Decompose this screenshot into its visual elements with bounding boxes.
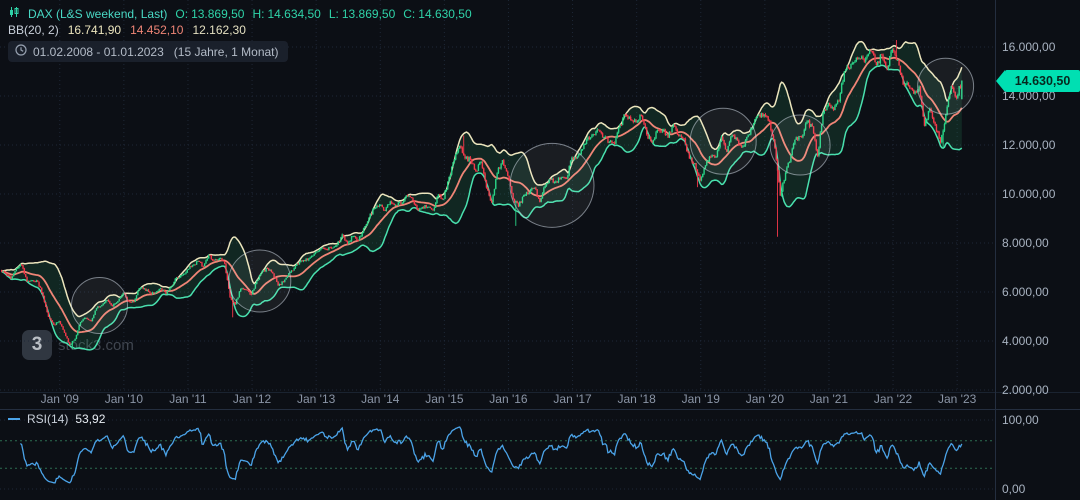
highlight-circle <box>918 58 974 114</box>
instrument-label: DAX (L&S weekend, Last) <box>28 7 167 21</box>
time-axis-label: Jan '23 <box>938 392 977 406</box>
highlight-circle <box>510 143 594 227</box>
bollinger-upper-value: 16.741,90 <box>68 23 121 37</box>
time-axis-label: Jan '21 <box>810 392 849 406</box>
time-axis-label: Jan '12 <box>233 392 272 406</box>
time-axis: Jan '09 Jan '10 Jan '11 Jan '12 Jan '13 Jan '… <box>41 392 977 406</box>
time-axis-label: Jan '22 <box>874 392 913 406</box>
time-axis-label: Jan '20 <box>746 392 785 406</box>
rsi-label: RSI(14) <box>27 412 68 426</box>
bollinger-lower-value: 12.162,30 <box>192 23 245 37</box>
time-axis-label: Jan '10 <box>105 392 144 406</box>
price-axis: 16.000,0014.000,0012.000,0010.000,008.00… <box>1002 40 1056 397</box>
ohlc-low: L:13.869,50 <box>329 7 395 21</box>
bollinger-middle-value: 14.452,10 <box>130 23 183 37</box>
rsi-axis-label: 0,00 <box>1002 482 1026 496</box>
price-chart-canvas[interactable]: 16.000,0014.000,0012.000,0010.000,008.00… <box>0 0 1080 500</box>
time-axis-label: Jan '15 <box>425 392 464 406</box>
rsi-pane: 100,00 0,00 <box>0 413 1039 496</box>
highlight-circle <box>770 115 830 175</box>
time-axis-label: Jan '09 <box>41 392 80 406</box>
ohlc-high: H:14.634,50 <box>252 7 320 21</box>
bollinger-label: BB(20, 2) <box>8 23 59 37</box>
price-axis-label: 8.000,00 <box>1002 236 1049 250</box>
rsi-line <box>20 427 961 483</box>
rsi-value: 53,92 <box>75 412 105 426</box>
date-range-text: 01.02.2008 - 01.01.2023 <box>33 45 164 59</box>
bollinger-bands <box>2 42 962 350</box>
time-axis-label: Jan '11 <box>169 392 207 406</box>
rsi-line-icon <box>8 418 20 420</box>
rsi-legend[interactable]: RSI(14) 53,92 <box>8 412 105 426</box>
highlight-circle <box>72 278 128 334</box>
last-price-tag: 14.630,50 <box>1005 70 1080 92</box>
clock-icon <box>15 44 27 59</box>
candlestick-icon <box>8 6 20 21</box>
bollinger-legend[interactable]: BB(20, 2) 16.741,90 14.452,10 12.162,30 <box>8 23 246 37</box>
time-axis-label: Jan '14 <box>361 392 400 406</box>
price-axis-label: 16.000,00 <box>1002 40 1056 54</box>
ohlc-open: O:13.869,50 <box>175 7 244 21</box>
highlight-circle <box>229 250 291 312</box>
price-axis-label: 2.000,00 <box>1002 383 1049 397</box>
time-axis-label: Jan '17 <box>553 392 592 406</box>
instrument-legend[interactable]: DAX (L&S weekend, Last) O:13.869,50 H:14… <box>8 6 472 21</box>
price-axis-label: 12.000,00 <box>1002 138 1056 152</box>
time-axis-label: Jan '16 <box>489 392 528 406</box>
price-axis-label: 4.000,00 <box>1002 334 1049 348</box>
price-axis-label: 6.000,00 <box>1002 285 1049 299</box>
time-axis-label: Jan '18 <box>617 392 656 406</box>
price-axis-label: 10.000,00 <box>1002 187 1056 201</box>
trading-chart-app: 3 stock3.com 16.000,0014.000,0012.000,00… <box>0 0 1080 500</box>
highlight-circle <box>690 108 756 174</box>
time-axis-label: Jan '13 <box>297 392 336 406</box>
date-range-pill[interactable]: 01.02.2008 - 01.01.2023 (15 Jahre, 1 Mon… <box>8 41 288 62</box>
date-range-duration: (15 Jahre, 1 Monat) <box>174 45 279 59</box>
ohlc-close: C:14.630,50 <box>403 7 471 21</box>
rsi-axis-label: 100,00 <box>1002 413 1039 427</box>
time-axis-label: Jan '19 <box>682 392 721 406</box>
